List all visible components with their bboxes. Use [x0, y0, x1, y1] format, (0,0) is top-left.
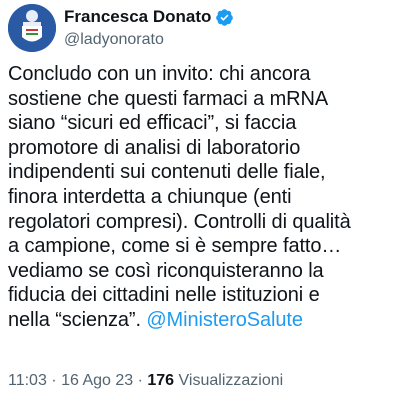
tweet-text-line: Concludo con un invito: chi ancora [8, 63, 311, 85]
avatar-image [8, 4, 56, 52]
author-name-line: Francesca Donato [64, 6, 234, 28]
tweet-text-line: nella “scienza”. [8, 308, 147, 331]
tweet-text-line: fiducia dei cittadini nelle istituzioni … [8, 284, 320, 307]
tweet-text-line: sostiene che questi farmaci a mRNA [8, 87, 329, 110]
verified-badge-icon[interactable] [215, 8, 234, 27]
tweet-text-line: indipendenti sui contenuti delle fiale, [8, 161, 326, 184]
author-display-name[interactable]: Francesca Donato [64, 6, 211, 28]
tweet-text-last-line: nella “scienza”. @MinisteroSalute [8, 308, 394, 333]
tweet-text-line: a campione, come si è sempre fatto… [8, 235, 342, 258]
mention-link[interactable]: @MinisteroSalute [146, 309, 303, 331]
tweet-text-line: siano “sicuri ed efficaci”, si faccia [8, 112, 297, 135]
tweet-text-line: promotore di analisi di laboratorio [8, 136, 301, 159]
avatar[interactable] [8, 4, 56, 52]
tweet-text-line: vediamo se così riconquisteranno la [8, 259, 324, 282]
tweet-text: Concludo con un invito: chi ancora sosti… [8, 62, 394, 333]
tweet-text-line: regolatori compresi). Controlli di quali… [8, 210, 351, 233]
views-label: Visualizzazioni [174, 372, 284, 389]
tweet-meta: 11:03 · 16 Ago 23 · 176 Visualizzazioni [8, 371, 283, 391]
tweet-card: Francesca Donato @ladyonorato Concludo c… [0, 0, 400, 400]
tweet-date[interactable]: 16 Ago 23 [61, 372, 133, 389]
meta-separator: · [46, 372, 62, 389]
tweet-text-line: finora interdetta a chiunque (enti [8, 185, 292, 208]
tweet-header: Francesca Donato @ladyonorato [8, 4, 392, 54]
meta-separator: · [133, 372, 148, 389]
tweet-time[interactable]: 11:03 [8, 372, 47, 389]
author-handle[interactable]: @ladyonorato [64, 30, 164, 50]
views-count: 176 [147, 372, 175, 389]
